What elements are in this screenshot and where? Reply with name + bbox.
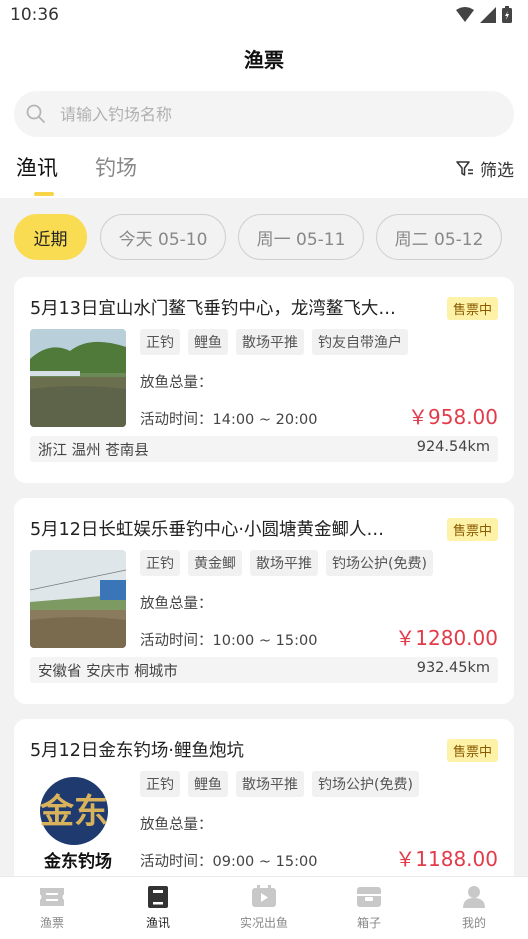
tag: 鲤鱼 (188, 771, 228, 797)
search-area (0, 86, 528, 144)
location-bar: 浙江 温州 苍南县 924.54km (30, 436, 498, 462)
battery-icon (502, 6, 512, 23)
date-chip-tuesday[interactable]: 周二 05-12 (376, 214, 502, 260)
distance-text: 932.45km (416, 660, 490, 676)
location-bar: 安徽省 安庆市 桐城市 932.45km (30, 657, 498, 683)
tag: 正钓 (140, 771, 180, 797)
tag: 黄金鲫 (188, 550, 242, 576)
tab-active-indicator (34, 192, 54, 196)
activity-time: 活动时间：10:00 ~ 15:00 (140, 633, 318, 649)
nav-label: 渔票 (39, 916, 64, 930)
tag: 散场平推 (250, 550, 318, 576)
status-icons (456, 6, 512, 23)
event-card[interactable]: 5月12日长虹娱乐垂钓中心·小圆塘黄金鲫人… 售票中 正钓 黄金鲫 散场平推 钓… (14, 498, 514, 704)
ticket-icon (40, 888, 64, 906)
user-icon (463, 886, 485, 908)
ticket-price: ￥1188.00 (395, 847, 498, 871)
event-thumbnail (30, 550, 126, 648)
wifi-icon (456, 6, 474, 22)
tag: 钓场公护(免费) (326, 550, 433, 576)
search-input[interactable] (60, 104, 480, 124)
event-thumbnail (30, 329, 126, 427)
nav-item-tickets[interactable]: 渔票 (12, 885, 92, 931)
tag-list: 正钓 鲤鱼 散场平推 钓友自带渔户 (140, 329, 408, 355)
tab-fishing-spots[interactable]: 钓场 (95, 152, 137, 182)
filter-button[interactable]: 筛选 (456, 156, 514, 181)
search-box[interactable] (14, 91, 514, 137)
status-badge: 售票中 (446, 518, 498, 541)
distance-text: 924.54km (416, 439, 490, 455)
ticket-price: ￥958.00 (408, 405, 498, 429)
filter-label: 筛选 (480, 161, 514, 181)
tag: 钓场公护(免费) (312, 771, 419, 797)
nav-label: 箱子 (356, 916, 381, 930)
page-title: 渔票 (244, 48, 284, 72)
date-chip-today[interactable]: 今天 05-10 (100, 214, 226, 260)
tag-list: 正钓 黄金鲫 散场平推 钓场公护(免费) (140, 550, 433, 576)
logo-text: 金东钓场 (44, 852, 112, 869)
news-icon (148, 886, 168, 908)
nav-label: 渔讯 (145, 916, 170, 930)
location-text: 安徽省 安庆市 桐城市 (38, 664, 178, 680)
tag: 钓友自带渔户 (312, 329, 408, 355)
event-title: 5月12日金东钓场·鲤鱼炮坑 (30, 741, 244, 761)
tag: 鲤鱼 (188, 329, 228, 355)
search-icon (26, 104, 45, 123)
event-card[interactable]: 5月12日金东钓场·鲤鱼炮坑 售票中 金东 金东钓场 正钓 鲤鱼 散场平推 钓场… (14, 719, 514, 889)
status-badge: 售票中 (446, 297, 498, 320)
tag: 正钓 (140, 550, 180, 576)
date-chip-recent[interactable]: 近期 (14, 214, 87, 260)
nav-item-live[interactable]: 实况出鱼 (224, 885, 304, 931)
tag-list: 正钓 鲤鱼 散场平推 钓场公护(免费) (140, 771, 419, 797)
fish-total: 放鱼总量： (140, 375, 213, 391)
tab-fishing-news[interactable]: 渔讯 (16, 152, 58, 182)
event-card[interactable]: 5月13日宜山水门鳌飞垂钓中心，龙湾鳌飞大… 售票中 正钓 鲤鱼 散场平推 钓友… (14, 277, 514, 483)
nav-label: 实况出鱼 (239, 916, 288, 930)
play-video-icon (252, 885, 276, 907)
status-bar: 10:36 (0, 0, 528, 30)
location-text: 浙江 温州 苍南县 (38, 443, 149, 459)
tag: 正钓 (140, 329, 180, 355)
signal-icon (480, 6, 496, 23)
status-badge: 售票中 (446, 739, 498, 762)
fish-total: 放鱼总量： (140, 596, 213, 612)
status-time: 10:36 (10, 5, 59, 25)
title-bar: 渔票 (0, 30, 528, 86)
activity-time: 活动时间：14:00 ~ 20:00 (140, 412, 318, 428)
tag: 散场平推 (236, 771, 304, 797)
box-icon (357, 887, 381, 907)
date-selector: 近期 今天 05-10 周一 05-11 周二 05-12 (0, 212, 528, 262)
bottom-nav: 渔票 渔讯 实况出鱼 箱子 我的 (0, 876, 528, 939)
event-title: 5月13日宜山水门鳌飞垂钓中心，龙湾鳌飞大… (30, 299, 396, 319)
tabs-bar: 渔讯 钓场 筛选 (0, 144, 528, 198)
svg-text:金东: 金东 (39, 792, 108, 832)
venue-logo: 金东 金东钓场 (30, 771, 126, 869)
nav-item-news[interactable]: 渔讯 (118, 885, 198, 931)
date-chip-monday[interactable]: 周一 05-11 (238, 214, 364, 260)
filter-icon (456, 160, 473, 176)
fish-total: 放鱼总量： (140, 817, 213, 833)
nav-item-profile[interactable]: 我的 (434, 885, 514, 931)
event-title: 5月12日长虹娱乐垂钓中心·小圆塘黄金鲫人… (30, 520, 384, 540)
activity-time: 活动时间：09:00 ~ 15:00 (140, 854, 318, 870)
tag: 散场平推 (236, 329, 304, 355)
ticket-price: ￥1280.00 (395, 626, 498, 650)
nav-label: 我的 (461, 916, 486, 930)
nav-item-box[interactable]: 箱子 (329, 885, 409, 931)
